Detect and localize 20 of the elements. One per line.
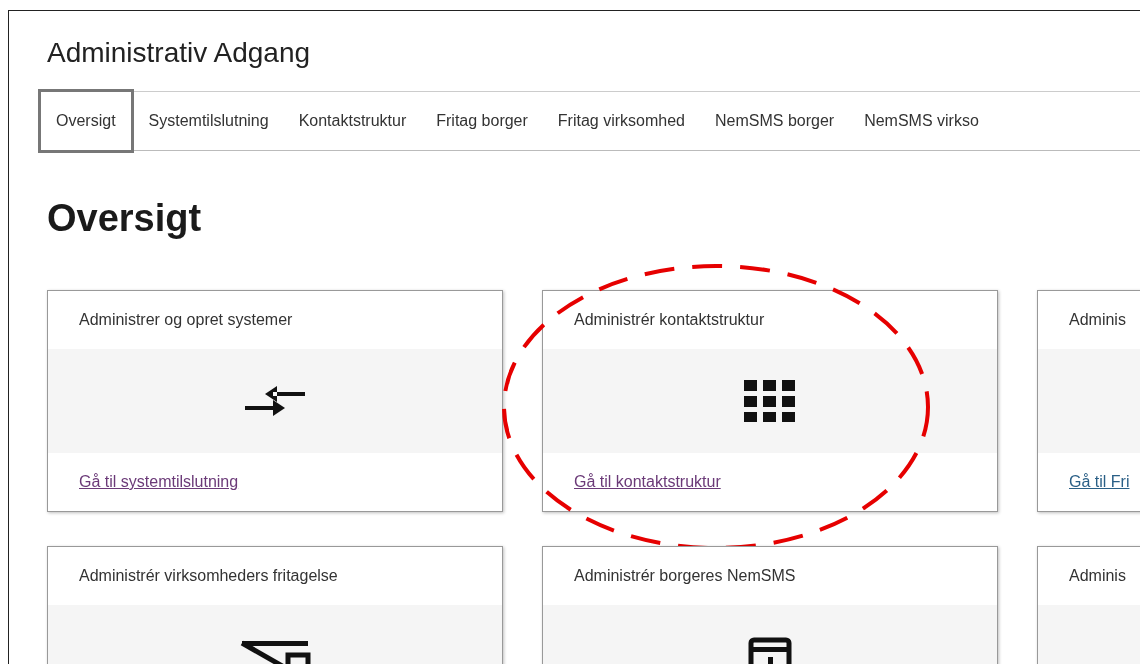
page-title: Administrativ Adgang <box>47 37 312 69</box>
card-title: Administrer og opret systemer <box>78 310 294 330</box>
card-link[interactable]: Gå til Fri <box>1069 473 1130 491</box>
nav-tab[interactable]: Oversigt <box>38 89 134 153</box>
nav-tab[interactable]: NemSMS borger <box>700 89 850 153</box>
section-heading: Oversigt <box>47 197 203 240</box>
card-title: Adminis <box>1068 310 1127 330</box>
nav-tab[interactable]: NemSMS virkso <box>849 89 994 153</box>
card-title: Administrér borgeres NemSMS <box>573 566 797 586</box>
card-title: Administrér kontaktstruktur <box>573 310 766 330</box>
nav-tab[interactable]: Fritag borger <box>421 89 543 153</box>
card-link[interactable]: Gå til systemtilslutning <box>79 473 239 491</box>
card-link[interactable]: Gå til kontaktstruktur <box>574 473 721 491</box>
nav-tab[interactable]: Fritag virksomhed <box>542 89 700 153</box>
arrows-icon <box>243 386 307 416</box>
nav-tab[interactable]: Systemtilslutning <box>133 89 284 153</box>
nav-tab[interactable]: Kontaktstruktur <box>283 89 422 153</box>
grid-icon <box>744 380 796 422</box>
card-title: Adminis <box>1068 566 1127 586</box>
card-title: Administrér virksomheders fritagelse <box>78 566 339 586</box>
